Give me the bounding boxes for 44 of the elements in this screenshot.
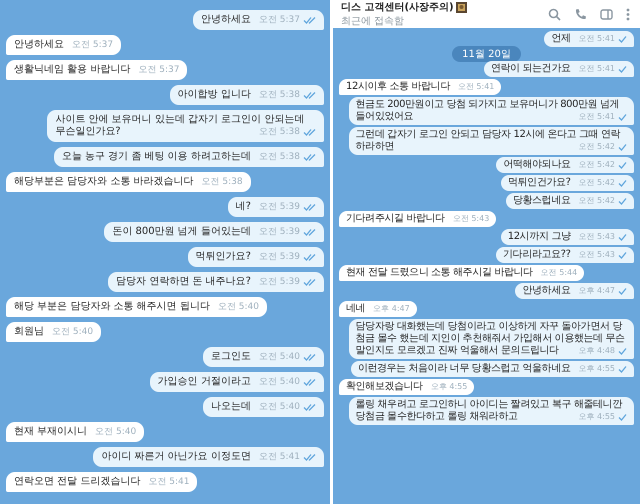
received-message: 12시이후 소통 바랍니다 오전 5:41 (339, 79, 502, 95)
sent-message: 안녕하세요 오후 4:47 (515, 283, 634, 299)
more-icon[interactable] (626, 8, 630, 20)
sent-message: 나오는데 오전 5:40 (202, 397, 324, 417)
sent-message: 아이합방 입니다 오전 5:38 (170, 85, 324, 105)
received-message: 연락오면 전달 드리겠습니다 오전 5:41 (6, 472, 198, 492)
sent-message: 가입승인 거절이라고 오전 5:40 (150, 372, 324, 392)
sent-message: 언제 오전 5:41 (544, 31, 634, 47)
sent-message: 담당자 연락하면 돈 내주나요? 오전 5:39 (108, 272, 324, 292)
date-badge: 11월 20일 (452, 46, 521, 62)
sent-message: 연락이 되는건가요 오전 5:41 (484, 61, 634, 77)
received-message: 현재 전달 드렸으니 소통 해주시길 바랍니다 오전 5:44 (339, 265, 584, 281)
sent-message: 안녕하세요 오전 5:37 (192, 10, 324, 30)
sent-message: 현금도 200만원이고 당첨 되가지고 보유머니가 800만원 넘게 들어있었어요 오전 5:41 (348, 97, 634, 125)
received-message: 회원님 오전 5:40 (6, 322, 102, 342)
phone-icon[interactable] (574, 8, 587, 20)
sent-message: 기다리라고요?? 오전 5:43 (496, 247, 634, 263)
received-message: 확인해보겠습니다 오후 4:55 (339, 379, 474, 395)
received-message: 생활닉네임 활용 바랍니다 오전 5:37 (6, 60, 188, 80)
sent-message: 먹튀인가요? 오전 5:39 (188, 247, 324, 267)
sent-message: 먹튀인건가요? 오전 5:42 (500, 175, 634, 191)
sent-message: 사이트 안에 보유머니 있는데 갑자기 로그인이 안되는데 무슨일인가요? 오전 5:38 (47, 110, 324, 142)
search-icon[interactable] (548, 8, 561, 20)
chat-title: 디스 고객센터(사장주의) (341, 1, 454, 14)
received-message: 안녕하세요 오전 5:37 (6, 35, 122, 55)
sent-message: 12시까지 그냥 오전 5:43 (500, 229, 634, 245)
last-seen-status: 최근에 접속함 (341, 15, 406, 28)
sent-message: 이런경우는 처음이라 너무 당황스럽고 억울하네요 오후 4:55 (350, 361, 634, 377)
sent-message: 그런데 갑자기 로그인 안되고 담당자 12시에 온다고 그때 연락하라하면 오전 5:42 (348, 127, 634, 155)
sent-message: 당황스럽네요 오전 5:42 (506, 193, 634, 209)
sidebar-icon[interactable] (600, 8, 613, 20)
received-message: 기다려주시길 바랍니다 오전 5:43 (339, 211, 496, 227)
sent-message: 오늘 농구 경기 좀 베팅 이용 하려고하는데 오전 5:38 (54, 147, 324, 167)
sent-message: 담당자랑 대화했는데 당첨이라고 이상하게 자꾸 돌아가면서 당첨금 몰수 했는데 지인이 추천해줘서 가입해서 이용했는데 무슨 말인지도 모르겠고 진짜 억울해서 문의드립니다 오후 4:48 (348, 319, 634, 359)
received-message: 네네 오후 4:47 (339, 301, 417, 317)
sent-message: 네? 오전 5:39 (228, 197, 324, 217)
sent-message: 어떡해야되나요 오전 5:42 (496, 157, 634, 173)
received-message: 해당부분은 담당자와 소통 바라겠습니다 오전 5:38 (6, 172, 251, 192)
received-message: 현재 부재이시니 오전 5:40 (6, 422, 144, 442)
sent-message: 로그인도 오전 5:40 (202, 347, 324, 367)
sent-message: 돈이 800만원 넘게 들어있는데 오전 5:39 (104, 222, 324, 242)
received-message: 해당 부분은 담당자와 소통 해주시면 됩니다 오전 5:40 (6, 297, 267, 317)
sent-message: 롤링 채우려고 로그인하니 아이디는 짤려있고 복구 해줄테니깐 당첨금 몰수한다하고 롤링 채워라하고 오후 4:55 (348, 397, 634, 425)
sent-message: 아이디 짜른거 아닌가요 이정도면 오전 5:41 (93, 447, 324, 467)
